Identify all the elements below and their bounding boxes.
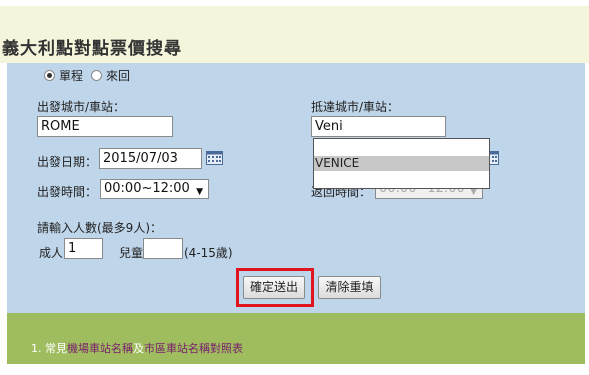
chevron-down-icon: ▼ [196, 187, 203, 197]
footer-panel [7, 313, 585, 364]
suggestion-item-venice[interactable]: VENICE [314, 156, 489, 171]
departure-input[interactable]: ROME [37, 116, 173, 137]
footer-middle: 及 [133, 342, 144, 355]
one-way-radio[interactable] [44, 70, 55, 81]
child-age-note: (4-15歲) [184, 246, 233, 260]
city-stations-link[interactable]: 市區車站名稱對照表 [144, 342, 243, 355]
submit-button[interactable]: 確定送出 [243, 276, 305, 299]
arrival-suggestions: VENICE [313, 138, 490, 189]
round-trip-radio[interactable] [91, 70, 103, 81]
departure-label: 出發城市/車站： [37, 100, 126, 114]
page-title: 義大利點對點票價搜尋 [2, 39, 182, 59]
calendar-icon[interactable] [206, 151, 223, 165]
trip-type-group: 單程 來回 [44, 67, 136, 84]
footer-prefix: 1. 常見 [31, 342, 67, 355]
depart-time-select[interactable]: 00:00~12:00 ▼ [100, 179, 209, 199]
arrival-label: 抵達城市/車站： [311, 100, 400, 114]
reset-button[interactable]: 清除重填 [318, 276, 381, 299]
adult-label: 成人 [39, 246, 64, 260]
child-count-input[interactable] [143, 238, 183, 259]
one-way-label: 單程 [59, 69, 84, 83]
depart-time-label: 出發時間： [37, 185, 98, 199]
adult-count-input[interactable]: 1 [64, 238, 103, 259]
airport-stations-link[interactable]: 機場車站名稱 [67, 342, 133, 355]
depart-date-label: 出發日期： [37, 155, 98, 169]
title-bar: 義大利點對點票價搜尋 [0, 6, 589, 63]
child-label: 兒童 [119, 246, 144, 260]
depart-time-value: 00:00~12:00 [104, 181, 190, 196]
footer-note: 1. 常見機場車站名稱及市區車站名稱對照表 [31, 340, 243, 356]
arrival-input[interactable]: Veni [311, 116, 446, 137]
depart-date-input[interactable]: 2015/07/03 [99, 148, 202, 169]
passengers-label: 請輸入人數(最多9人)： [37, 221, 162, 235]
round-trip-label: 來回 [106, 69, 131, 83]
